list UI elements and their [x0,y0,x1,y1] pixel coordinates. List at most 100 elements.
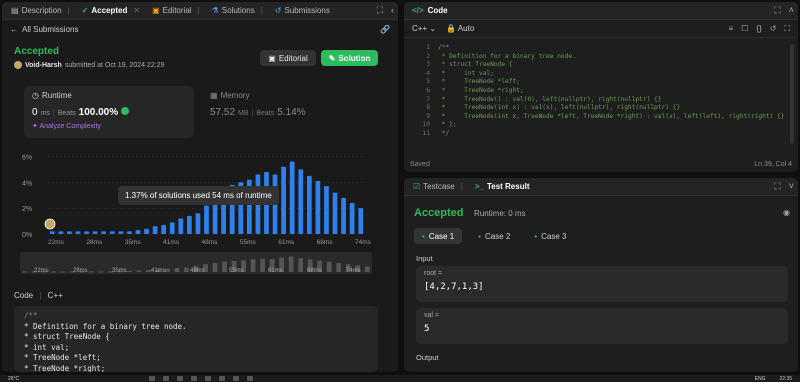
code-editor-panel: </> Code ⛶ ˄ C++ ⌄ 🔒 Auto ≡ ☐ {} ↺ ⛶ 123… [404,2,798,172]
editor-scrollbar[interactable] [790,44,794,144]
code-label: Code [14,291,34,300]
link-icon[interactable]: 🔗 [380,25,390,34]
histogram-bar [84,231,89,234]
avatar [14,61,22,69]
expand-icon[interactable]: ⛶ [377,5,383,16]
runtime-card[interactable]: ◷ Runtime 0 ms | Beats 100.00% ✦ Analyze… [24,86,194,138]
memory-beats-value: 5.14% [277,107,306,118]
code-line: * TreeNode *left; [24,353,101,362]
histogram-bar [195,213,201,234]
histogram-bar [169,222,175,234]
tab-divider: | [197,6,200,15]
medal-icon [121,107,130,115]
search-icon[interactable] [163,376,170,381]
pass-dot-icon: • [534,231,538,241]
case-tab-1[interactable]: • Case 1 [414,228,463,244]
analyze-label: Analyze Complexity [39,123,101,130]
braces-icon[interactable]: {} [756,24,761,34]
collapse-icon[interactable]: ‹ [391,5,394,16]
solution-button-label: Solution [338,53,371,63]
result-status: Accepted [14,46,60,57]
tab-testcase[interactable]: ☑ Testcase | [408,180,468,194]
tab-test-result[interactable]: >_ Test Result [470,180,535,194]
histogram-bar [281,166,286,234]
back-arrow-icon[interactable]: ← [10,25,18,34]
tab-solutions[interactable]: ⚗ Solutions | [207,4,268,18]
editor-toolbar: C++ ⌄ 🔒 Auto ≡ ☐ {} ↺ ⛶ [404,20,798,38]
histogram-bar [75,231,81,234]
line-number: 6 [426,86,430,94]
y-tick-label: 6% [22,154,32,161]
editorial-button[interactable]: ▣ Editorial [260,50,316,66]
app-icon[interactable] [233,376,240,381]
code-line: * struct TreeNode { [24,332,110,341]
brush-bar [298,258,304,272]
clock[interactable]: 22:35 [779,376,792,382]
brush-bar [60,271,66,273]
os-taskbar: 26°C ENG 22:35 [0,375,800,382]
brush-tick-label: 35ms [112,268,127,274]
expand-icon[interactable]: ⛶ [774,5,780,16]
x-tick-label: 22ms [48,239,65,246]
app-root: ▤ Description | ✓ Accepted ✕ ▣ Editorial… [0,0,800,382]
app-icon[interactable] [247,376,254,381]
tab-label: Editorial [162,6,192,15]
tab-editorial[interactable]: ▣ Editorial | [147,4,205,18]
expand-icon[interactable]: ⛶ [774,181,780,192]
tab-description[interactable]: ▤ Description | [6,4,75,18]
analyze-complexity-link[interactable]: ✦ Analyze Complexity [32,122,186,130]
brush-tick-label: 28ms [73,268,88,274]
case-label: Case 2 [484,231,511,241]
app-icon[interactable] [219,376,226,381]
input-root-field[interactable]: root = [4,2,7,1,3] [416,266,788,302]
all-submissions-link[interactable]: All Submissions [22,25,78,34]
app-icon[interactable] [177,376,184,381]
panel-controls: ⛶ ˅ [774,181,794,192]
reset-icon[interactable]: ↺ [770,24,777,34]
memory-card[interactable]: ▦ Memory 57.52 MB | Beats 5.14% [202,86,372,138]
input-val-field[interactable]: val = 5 [416,308,788,344]
bookmark-icon[interactable]: ☐ [741,24,748,34]
language-indicator[interactable]: ENG [755,376,766,382]
chart-range-brush[interactable]: 22ms 28ms 35ms 41ms 48ms 55ms 61ms 68ms 74ms [20,252,372,274]
solution-button[interactable]: ✎ Solution [321,50,378,66]
book-icon: ▣ [268,53,276,63]
collapse-icon[interactable]: ˅ [789,181,794,192]
brush-tick-label: 41ms [151,268,166,274]
histogram-bar [58,231,64,234]
username[interactable]: Void-Harsh [25,62,62,69]
mode-toggle[interactable]: 🔒 Auto [446,24,474,33]
line-number: 1 [426,44,430,51]
code-editor[interactable]: 1 2 3 4 5 6 7 8 9 10 11 /** * Definition for a bin… [404,40,798,158]
eye-icon[interactable]: ◉ [783,208,790,217]
case-tabs: • Case 1 • Case 2 • Case 3 [414,228,575,244]
editor-source[interactable]: /** * Definition for a binary tree node.… [438,44,784,139]
language-select[interactable]: C++ ⌄ [412,24,436,33]
tab-submissions[interactable]: ↺ Submissions [270,4,335,18]
divider: | [39,291,42,300]
tab-label: Accepted [91,6,128,15]
collapse-icon[interactable]: ˄ [789,5,794,16]
app-icon[interactable] [205,376,212,381]
case-tab-3[interactable]: • Case 3 [526,228,574,244]
memory-value: 57.52 [210,107,236,118]
test-status: Accepted [414,207,464,219]
fullscreen-icon[interactable]: ⛶ [784,24,790,34]
submitter-info: Void-Harsh submitted at Oct 19, 2024 22:… [14,61,164,69]
menu-icon[interactable]: ≡ [729,24,734,34]
submitted-code-block[interactable]: /** * Definition for a binary tree node.… [14,306,378,372]
tab-label: Test Result [486,182,530,191]
tab-code[interactable]: </> Code [408,6,448,15]
brush-bar [50,271,56,273]
case-tab-2[interactable]: • Case 2 [470,228,518,244]
start-icon[interactable] [149,376,156,381]
code-line: * int val; [438,69,494,77]
weather-widget[interactable]: 26°C [8,376,19,382]
brush-bar [326,261,332,272]
test-tabbar: ☑ Testcase | >_ Test Result ⛶ ˅ [404,178,798,196]
close-icon[interactable]: ✕ [133,6,140,15]
app-icon[interactable] [191,376,198,381]
tab-accepted[interactable]: ✓ Accepted ✕ [77,4,145,18]
submission-panel: ▤ Description | ✓ Accepted ✕ ▣ Editorial… [2,2,398,372]
line-gutter: 1 2 3 4 5 6 7 8 9 10 11 [414,44,430,139]
